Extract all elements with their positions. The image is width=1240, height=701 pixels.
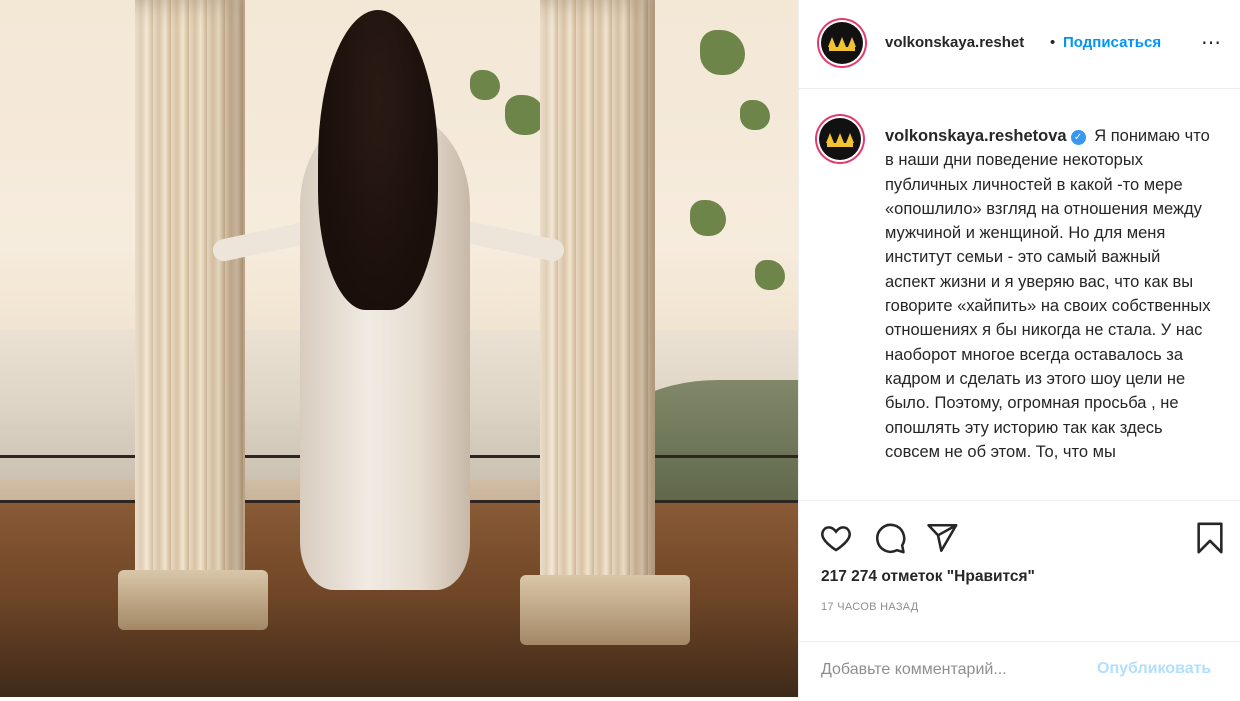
bookmark-icon[interactable] [1193,521,1227,555]
photo-foliage [505,95,545,135]
photo-foliage [470,70,500,100]
likes-count[interactable]: 217 274 отметок "Нравится" [821,568,1035,586]
photo-figure-hair [318,10,438,310]
post-username[interactable]: volkonskaya.reshet [885,34,1024,51]
photo-foliage [700,30,745,75]
heart-icon[interactable] [819,521,853,555]
more-options-icon[interactable]: ⋯ [1201,30,1222,55]
paper-plane-icon[interactable] [925,521,959,555]
separator-dot: • [1050,34,1056,51]
avatar[interactable] [821,22,863,64]
actions-section: 217 274 отметок "Нравится" 17 ЧАСОВ НАЗА… [799,500,1240,701]
verified-badge-icon: ✓ [1070,130,1086,145]
crown-icon [828,35,856,51]
follow-button[interactable]: Подписаться [1063,34,1161,51]
photo-column-base-right [520,575,690,645]
photo-foliage [690,200,726,236]
post-photo[interactable] [0,0,798,697]
photo-foliage [740,100,770,130]
caption-avatar[interactable] [819,118,861,160]
photo-column-right [540,0,655,600]
photo-column-left [135,0,245,600]
comment-input[interactable] [819,660,1083,680]
comment-bar: Опубликовать [799,641,1240,699]
post-header: volkonskaya.reshet • Подписаться ⋯ [799,0,1240,89]
caption-text-block: volkonskaya.reshetova ✓ Я понимаю что в н… [885,124,1215,464]
crown-icon [826,131,854,147]
publish-button[interactable]: Опубликовать [1097,660,1211,678]
post-timestamp[interactable]: 17 ЧАСОВ НАЗАД [821,601,919,613]
post-panel: volkonskaya.reshet • Подписаться ⋯ volko… [798,0,1240,697]
photo-foliage [755,260,785,290]
comment-icon[interactable] [873,521,907,555]
caption-username[interactable]: volkonskaya.reshetova [885,127,1067,145]
caption-text: Я понимаю что в наши дни поведение некот… [885,127,1211,461]
caption-section: volkonskaya.reshetova ✓ Я понимаю что в н… [799,88,1240,500]
photo-column-base-left [118,570,268,630]
